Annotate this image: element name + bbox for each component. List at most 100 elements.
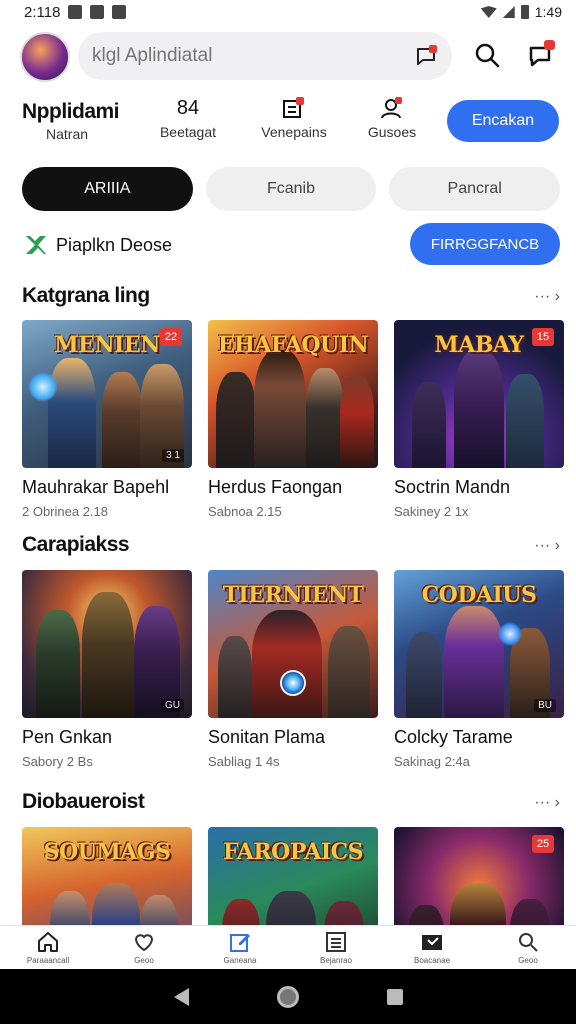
game-card[interactable]: CODAIUS BU Colcky Tarame Sakinag 2:4a [394,570,564,769]
top-bar [0,30,576,84]
thumbnail-title: CODAIUS [421,582,537,608]
more-button[interactable]: ··· › [534,537,560,555]
section-header: Katgrana ling ··· › [22,284,560,312]
game-card[interactable]: 25 [394,827,564,925]
card-title: Mauhrakar Bapehl [22,477,170,497]
system-nav-bar [0,969,576,1024]
more-dots: ··· [534,794,551,811]
list-icon [326,932,346,952]
section-title: Carapiakss [22,533,130,556]
thumbnail-title: SOUMAGS [43,839,171,865]
nav-label: Paraaancall [26,956,70,965]
game-thumbnail[interactable]: FAROPAICS [208,827,378,925]
search-icon[interactable] [472,40,502,70]
nav-media[interactable]: Boacanae [384,926,480,969]
battery-icon [520,5,529,19]
card-meta: 2 Obrinea 2.18 [22,504,109,519]
more-dots: ··· [534,537,551,554]
chevron-right-icon: › [554,288,560,305]
brand-subtitle: Natran [46,126,89,142]
stat-label: Gusoes [367,124,417,140]
wifi-icon [480,6,497,18]
stat-item[interactable]: Gusoes [347,96,437,140]
game-thumbnail[interactable]: EHAFAQUIN [208,320,378,468]
card-title: Herdus Faongan [208,477,343,497]
recents-icon[interactable] [386,988,403,1005]
more-button[interactable]: ··· › [534,288,560,306]
tab-item[interactable]: Pancral [389,167,561,211]
stat-label: Beetagat [159,124,217,140]
message-icon[interactable] [526,40,556,70]
tab-item[interactable]: ARIIIA [22,167,193,211]
app-logo-icon [26,236,46,254]
game-card[interactable]: MABAY 15 Soctrin Mandn Sakiney 2 1x [394,320,564,519]
game-card[interactable]: TIERNIENT Sonitan Plama Sabliag 1 4s [208,570,378,769]
game-thumbnail[interactable]: CODAIUS BU [394,570,564,718]
home-icon [38,932,58,952]
bottom-nav: Paraaancall Geoo Ganeana Bejanrao Boacan… [0,925,576,969]
nav-create[interactable]: Ganeana [192,926,288,969]
card-meta: Sakiney 2 1x [394,504,469,519]
search-icon [519,933,538,952]
card-meta: Sabliag 1 4s [208,754,280,769]
nav-favorites[interactable]: Geoo [96,926,192,969]
more-button[interactable]: ··· › [534,794,560,812]
game-card[interactable]: FAROPAICS [208,827,378,925]
card-title: Sonitan Plama [208,727,326,747]
thumbnail-title: TIERNIENT [222,582,364,608]
thumbnail-title: FAROPAICS [222,839,364,865]
brand-title: Npplidami [22,100,120,123]
notification-icon [68,5,83,19]
tab-item[interactable]: Fcanib [205,167,377,211]
document-icon [283,97,304,118]
nav-home[interactable]: Paraaancall [0,926,96,969]
stat-value: 84 [176,96,200,119]
card-meta: Sabory 2 Bs [22,754,93,769]
card-meta: Sakinag 2:4a [394,754,470,769]
nav-search[interactable]: Geoo [480,926,576,969]
nav-label: Ganeana [223,956,257,965]
game-thumbnail[interactable]: MABAY 15 [394,320,564,468]
segmented-tabs: ARIIIA Fcanib Pancral [22,167,561,211]
count-badge: 25 [532,835,554,853]
heart-icon [134,934,154,952]
game-thumbnail[interactable]: 25 [394,827,564,925]
nav-label: Boacanae [413,956,451,965]
stat-item[interactable]: Venepains [249,96,339,140]
more-dots: ··· [534,288,551,305]
chevron-right-icon: › [554,794,560,811]
count-badge: 15 [532,328,554,346]
card-title: Colcky Tarame [394,727,513,747]
game-thumbnail[interactable]: TIERNIENT [208,570,378,718]
search-bar[interactable] [78,32,452,80]
game-card[interactable]: GU Pen Gnkan Sabory 2 Bs [22,570,192,769]
nav-label: Geoo [134,956,154,965]
follow-button[interactable]: Encakan [447,100,559,142]
chat-icon[interactable] [414,44,438,68]
brand-block: Npplidami Natran [22,100,120,142]
notification-icon [112,5,127,19]
edit-icon [230,934,250,952]
avatar[interactable] [20,32,70,82]
chevron-right-icon: › [554,537,560,554]
card-meta: Sabnoa 2.15 [208,504,282,519]
promo-row: Piaplkn Deose FIRRGGFANCB [22,223,560,266]
nav-label: Geoo [518,956,538,965]
game-card[interactable]: SOUMAGS [22,827,192,925]
section-header: Carapiakss ··· › [22,533,560,561]
home-button-icon[interactable] [276,985,299,1008]
promo-button[interactable]: FIRRGGFANCB [410,223,560,265]
count-badge: 22 [160,328,182,346]
nav-label: Bejanrao [319,956,353,965]
section-title: Diobaueroist [22,790,145,813]
stat-item[interactable]: 84 Beetagat [143,96,233,141]
game-card[interactable]: EHAFAQUIN Herdus Faongan Sabnoa 2.15 [208,320,378,519]
game-card[interactable]: MENIEN 22 3 1 Mauhrakar Bapehl 2 Obrinea… [22,320,192,519]
game-thumbnail[interactable]: SOUMAGS [22,827,192,925]
game-thumbnail[interactable]: GU [22,570,192,718]
search-input[interactable] [92,45,392,67]
back-icon[interactable] [173,987,189,1006]
nav-list[interactable]: Bejanrao [288,926,384,969]
game-thumbnail[interactable]: MENIEN 22 3 1 [22,320,192,468]
section-header: Diobaueroist ··· › [22,790,560,818]
